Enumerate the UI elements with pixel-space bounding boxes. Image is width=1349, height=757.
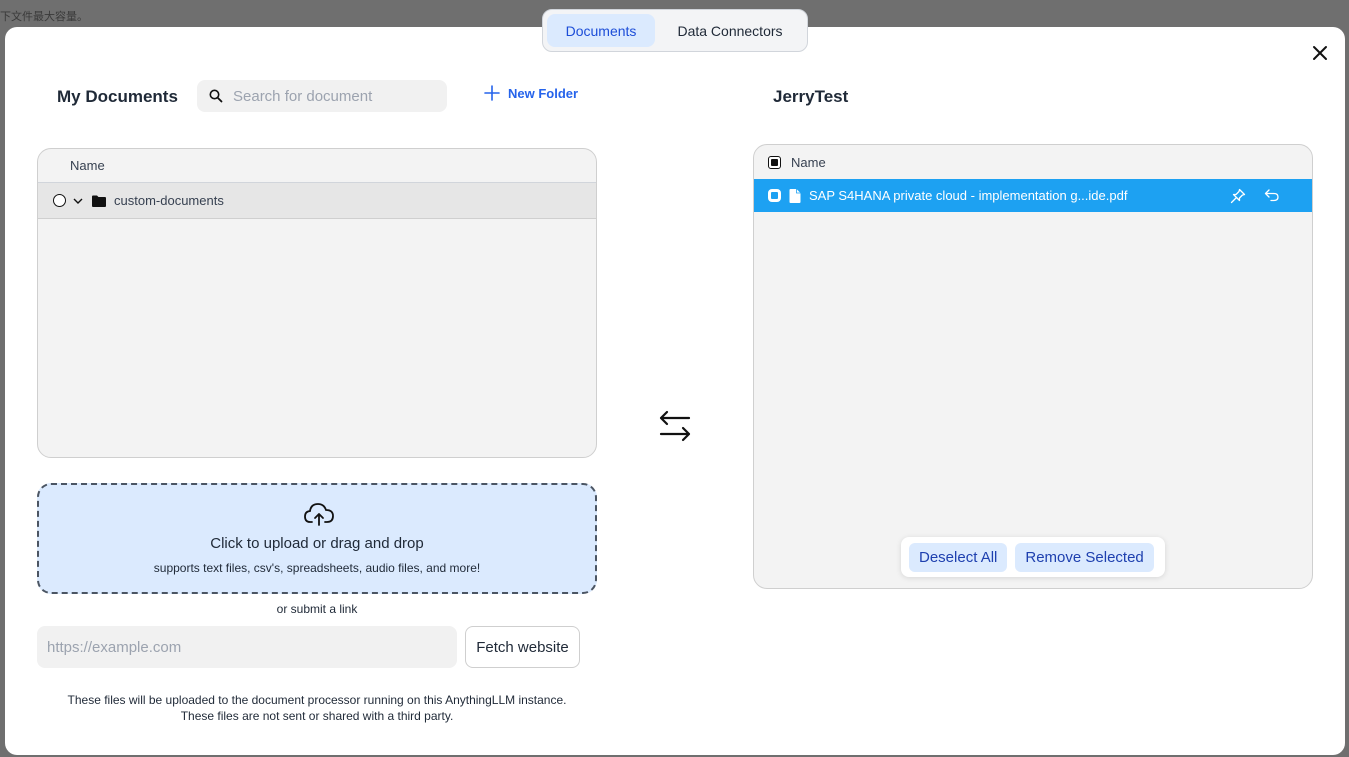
workspace-file-row[interactable]: SAP S4HANA private cloud - implementatio…: [754, 179, 1312, 212]
workspace-title: JerryTest: [773, 87, 849, 106]
select-all-checkbox[interactable]: [768, 155, 781, 169]
plus-icon: [484, 85, 500, 101]
fetch-website-button[interactable]: Fetch website: [465, 626, 580, 668]
url-input[interactable]: [37, 626, 457, 668]
file-icon: [789, 188, 801, 203]
table-header: Name: [38, 149, 596, 183]
my-documents-table: Name custom-documents: [37, 148, 597, 458]
close-icon: [1313, 46, 1327, 60]
close-button[interactable]: [1307, 40, 1333, 66]
upload-dropzone[interactable]: Click to upload or drag and drop support…: [37, 483, 597, 594]
upload-footnote: These files will be uploaded to the docu…: [37, 692, 597, 724]
folder-icon: [92, 195, 106, 207]
background-text: 下文件最大容量。: [0, 11, 88, 23]
tab-bar: Documents Data Connectors: [542, 9, 808, 52]
cloud-upload-icon: [304, 503, 334, 526]
workspace-documents-table: Name SAP S4HANA private cloud - implemen…: [753, 144, 1313, 589]
my-documents-title: My Documents: [57, 87, 178, 106]
footnote-line-1: These files will be uploaded to the docu…: [67, 693, 567, 707]
file-checkbox[interactable]: [768, 189, 781, 202]
name-column-header: Name: [70, 158, 105, 173]
name-column-header: Name: [791, 154, 826, 170]
pin-icon[interactable]: [1230, 188, 1246, 204]
folder-checkbox[interactable]: [53, 194, 66, 207]
search-icon: [209, 89, 223, 103]
deselect-all-button[interactable]: Deselect All: [909, 542, 1008, 572]
upload-sub-text: supports text files, csv's, spreadsheets…: [153, 561, 481, 575]
document-search[interactable]: [197, 80, 447, 112]
new-folder-button[interactable]: New Folder: [484, 85, 578, 101]
undo-icon[interactable]: [1264, 188, 1280, 203]
folder-row[interactable]: custom-documents: [38, 183, 596, 219]
footnote-line-2: These files are not sent or shared with …: [180, 709, 454, 723]
upload-main-text: Click to upload or drag and drop: [210, 535, 424, 552]
tab-documents[interactable]: Documents: [547, 14, 655, 47]
remove-selected-button[interactable]: Remove Selected: [1015, 542, 1154, 572]
chevron-down-icon[interactable]: [72, 195, 84, 207]
search-input[interactable]: [233, 87, 423, 105]
swap-arrows-icon: [659, 410, 691, 442]
file-name: SAP S4HANA private cloud - implementatio…: [809, 188, 1128, 203]
submit-link-label: or submit a link: [276, 602, 358, 616]
folder-name: custom-documents: [114, 193, 224, 208]
new-folder-label: New Folder: [508, 85, 579, 101]
tab-data-connectors[interactable]: Data Connectors: [659, 14, 801, 47]
selection-action-bar: Deselect All Remove Selected: [901, 537, 1165, 577]
table-header: Name: [754, 145, 1312, 179]
